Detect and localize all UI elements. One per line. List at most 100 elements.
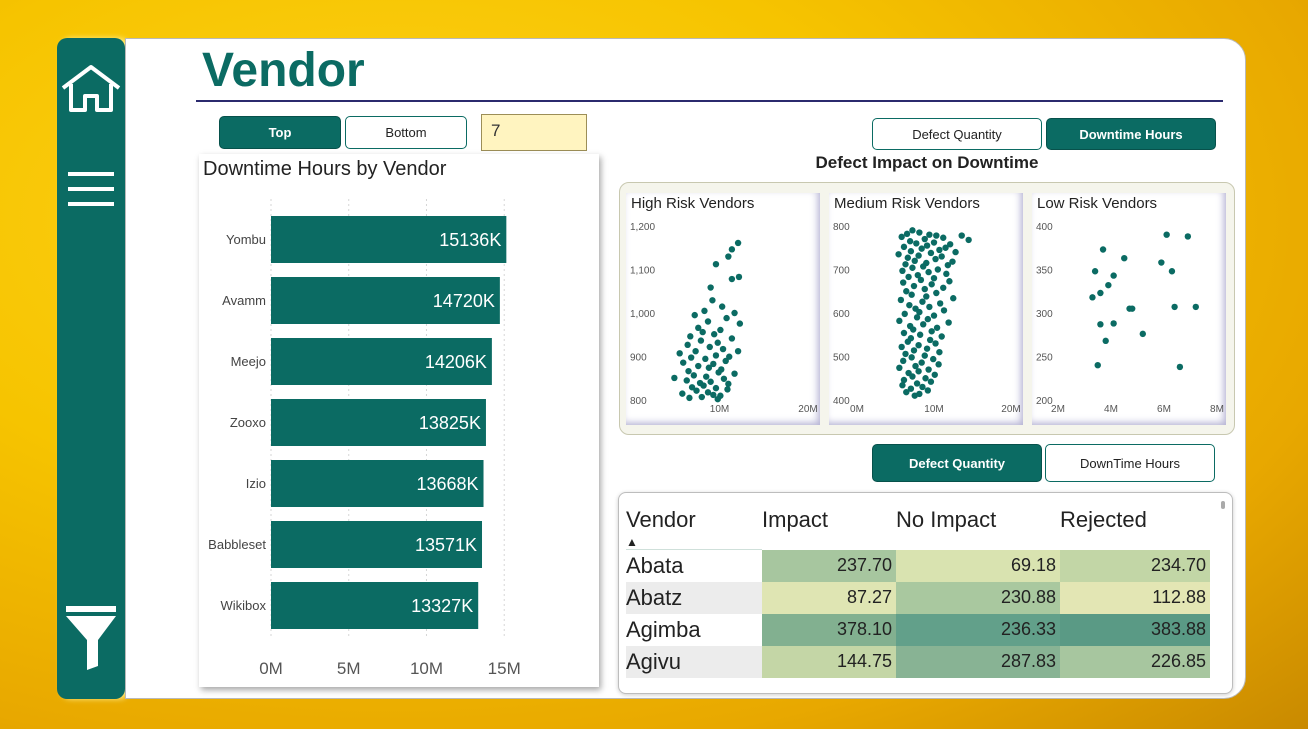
scatter-point[interactable]	[1192, 303, 1199, 311]
scatter-point[interactable]	[698, 393, 705, 401]
scatter-point[interactable]	[921, 235, 928, 243]
scatter-point[interactable]	[692, 347, 699, 355]
scatter-point[interactable]	[1163, 231, 1170, 238]
defect-quantity-button[interactable]: Defect Quantity	[872, 118, 1042, 150]
table-defect-quantity-button[interactable]: Defect Quantity	[872, 444, 1042, 482]
scatter-point[interactable]	[687, 354, 695, 361]
scatter-point[interactable]	[911, 392, 918, 399]
scatter-point[interactable]	[679, 390, 686, 397]
scatter-point[interactable]	[913, 380, 921, 387]
scatter-point[interactable]	[924, 315, 932, 323]
scatter-point[interactable]	[904, 338, 912, 345]
scatter-point[interactable]	[712, 352, 720, 359]
scatter-point[interactable]	[684, 341, 691, 349]
scatter-point[interactable]	[930, 275, 938, 282]
scatter-point[interactable]	[1139, 330, 1146, 338]
scatter-point[interactable]	[913, 314, 921, 321]
scatter-point[interactable]	[932, 340, 939, 347]
scatter-point[interactable]	[1158, 259, 1165, 266]
table-downtime-hours-button[interactable]: DownTime Hours	[1045, 444, 1215, 482]
scatter-point[interactable]	[731, 370, 738, 377]
scatter-point[interactable]	[1129, 305, 1136, 312]
scatter-point[interactable]	[735, 273, 743, 281]
scatter-point[interactable]	[706, 343, 713, 351]
scatter-point[interactable]	[935, 361, 942, 368]
scatter-point[interactable]	[921, 352, 928, 359]
scatter-point[interactable]	[1168, 268, 1176, 275]
scatter-point[interactable]	[724, 386, 731, 393]
scatter-point[interactable]	[936, 246, 943, 254]
scatter-point[interactable]	[714, 395, 721, 403]
table-scrollbar[interactable]	[1221, 501, 1225, 509]
scatter-point[interactable]	[918, 245, 925, 252]
scatter-point[interactable]	[690, 372, 698, 379]
scatter-point[interactable]	[1176, 363, 1184, 371]
scatter-point[interactable]	[915, 252, 922, 259]
scatter-point[interactable]	[907, 248, 915, 255]
scatter-point[interactable]	[918, 359, 925, 366]
scatter-point[interactable]	[928, 328, 935, 335]
scatter-point[interactable]	[934, 266, 942, 273]
scatter-point[interactable]	[686, 394, 693, 402]
scatter-point[interactable]	[916, 331, 924, 338]
scatter-point[interactable]	[909, 373, 916, 380]
scatter-point[interactable]	[946, 278, 953, 285]
scatter-point[interactable]	[691, 311, 698, 319]
scatter-point[interactable]	[944, 261, 952, 269]
scatter-point[interactable]	[923, 242, 931, 249]
scatter-point[interactable]	[916, 229, 923, 236]
scatter-point[interactable]	[933, 232, 940, 239]
scatter-point[interactable]	[903, 388, 910, 396]
column-header-rejected[interactable]: Rejected	[1060, 501, 1210, 550]
scatter-point[interactable]	[1094, 362, 1101, 369]
scatter-point[interactable]	[903, 288, 910, 295]
scatter-point[interactable]	[699, 328, 706, 336]
scatter-point[interactable]	[915, 368, 922, 375]
scatter-point[interactable]	[928, 281, 935, 288]
scatter-point[interactable]	[723, 314, 730, 322]
scatter-point[interactable]	[728, 246, 736, 253]
scatter-point[interactable]	[1097, 321, 1104, 328]
scatter-point[interactable]	[905, 273, 912, 281]
scatter-point[interactable]	[899, 382, 906, 389]
scatter-point[interactable]	[933, 324, 941, 331]
scatter-point[interactable]	[712, 260, 720, 268]
scatter-point[interactable]	[712, 384, 720, 392]
scatter-point[interactable]	[900, 279, 907, 286]
scatter-point[interactable]	[710, 331, 718, 338]
scatter-point[interactable]	[707, 378, 714, 385]
scatter-point[interactable]	[926, 336, 934, 344]
bottom-button[interactable]: Bottom	[345, 116, 467, 149]
scatter-point[interactable]	[900, 243, 908, 251]
scatter-point[interactable]	[933, 289, 940, 297]
scatter-point[interactable]	[900, 329, 908, 337]
scatter-point[interactable]	[695, 362, 702, 370]
scatter-point[interactable]	[717, 326, 724, 334]
column-header-impact[interactable]: Impact	[762, 501, 896, 550]
scatter-point[interactable]	[950, 295, 957, 302]
scatter-point[interactable]	[930, 312, 938, 319]
scatter-point[interactable]	[938, 253, 945, 260]
scatter-point[interactable]	[719, 345, 727, 353]
scatter-point[interactable]	[1097, 289, 1104, 297]
scatter-point[interactable]	[927, 249, 935, 257]
scatter-point[interactable]	[1121, 254, 1128, 262]
scatter-point[interactable]	[707, 284, 714, 291]
scatter-point[interactable]	[705, 364, 713, 371]
scatter-point[interactable]	[903, 230, 911, 238]
scatter-point[interactable]	[942, 244, 949, 251]
scatter-point[interactable]	[904, 254, 912, 261]
scatter-point[interactable]	[927, 378, 935, 385]
scatter-point[interactable]	[693, 387, 700, 394]
top-n-input[interactable]: 7	[481, 114, 587, 151]
menu-icon[interactable]	[57, 170, 125, 208]
scatter-point[interactable]	[736, 320, 744, 327]
scatter-point[interactable]	[714, 339, 721, 346]
scatter-point[interactable]	[920, 321, 927, 328]
scatter-point[interactable]	[940, 234, 947, 241]
scatter-point[interactable]	[718, 303, 726, 310]
scatter-point[interactable]	[700, 382, 707, 389]
scatter-point[interactable]	[728, 275, 736, 283]
scatter-point[interactable]	[926, 303, 933, 311]
vendor-impact-table[interactable]: Vendor ▲ Impact No Impact Rejected Abata…	[618, 492, 1233, 694]
